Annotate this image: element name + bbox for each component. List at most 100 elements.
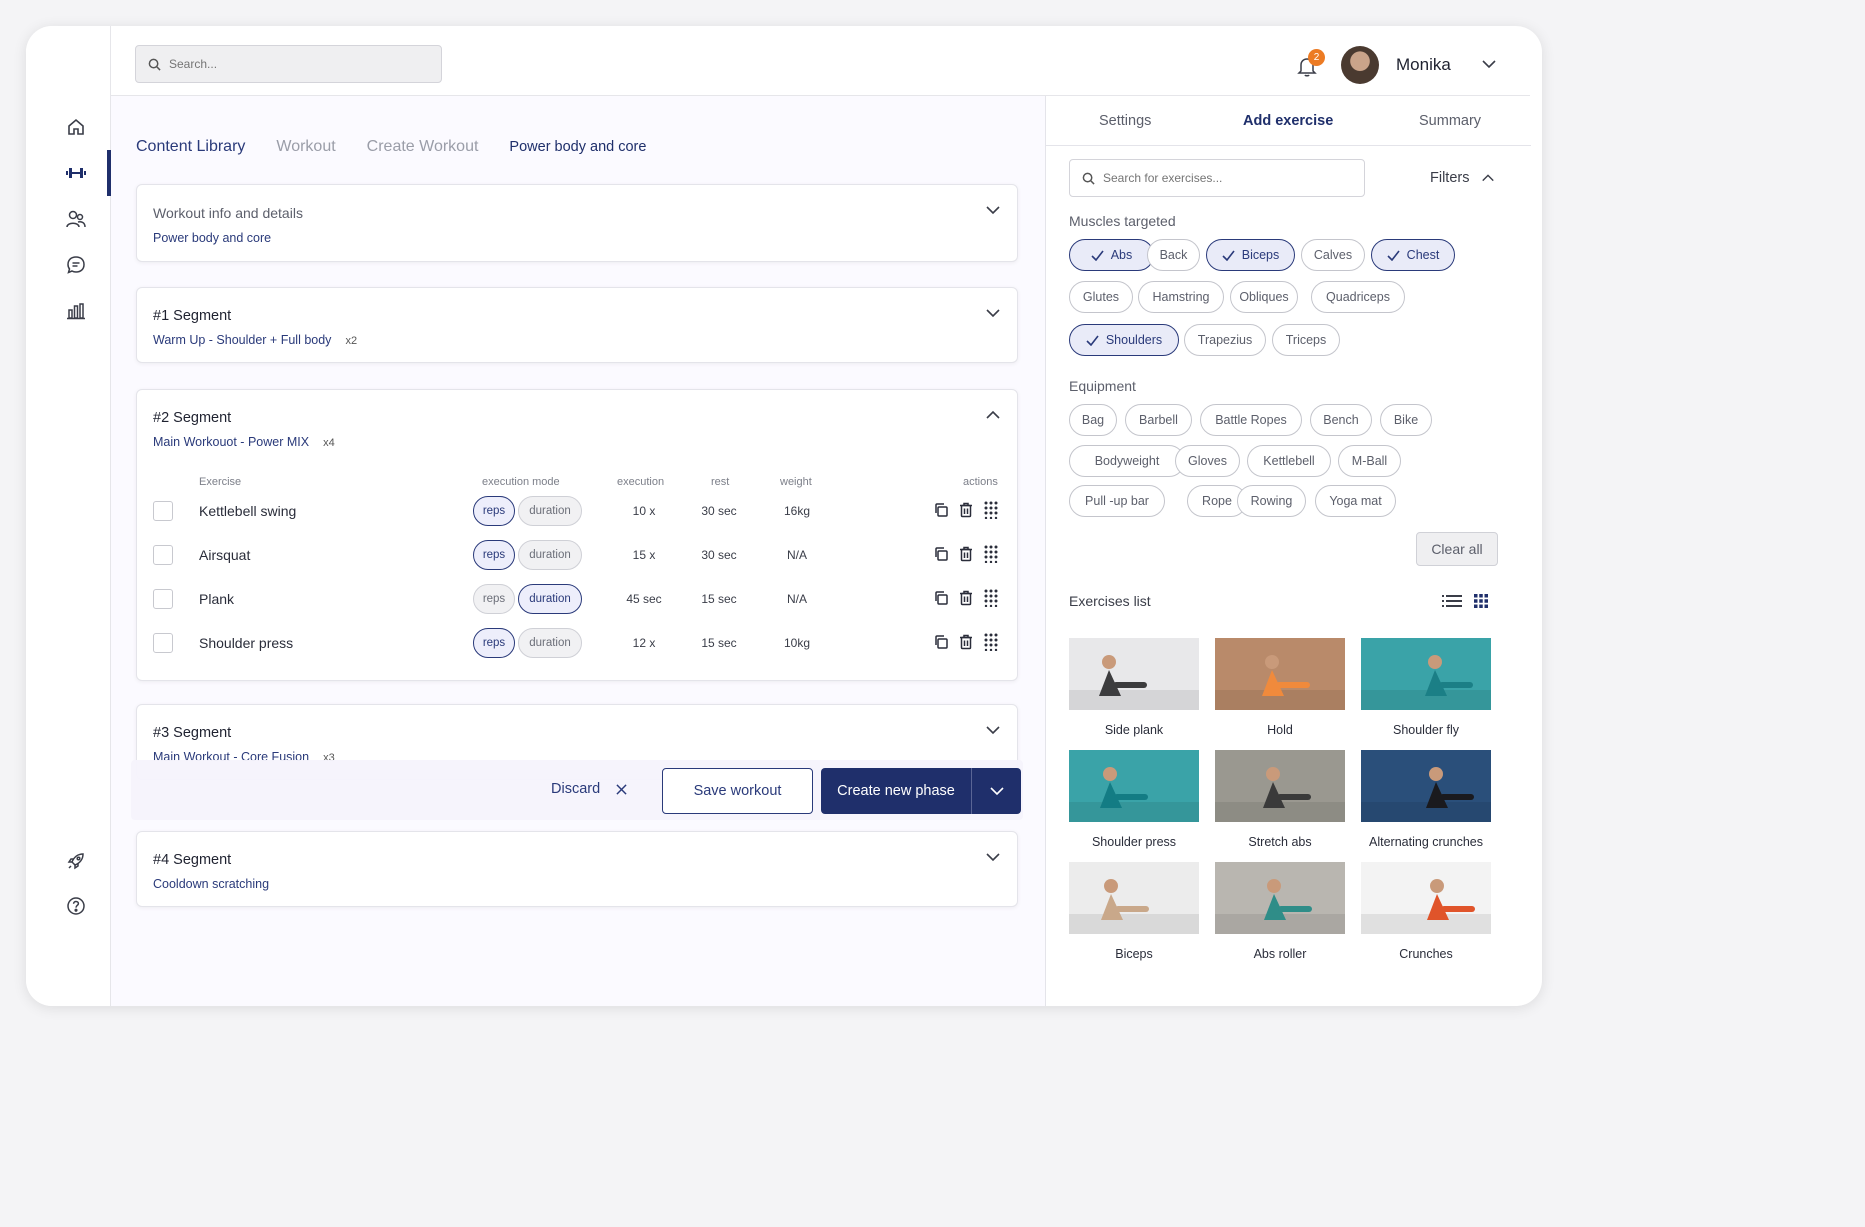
mode-duration-toggle[interactable]: duration: [518, 540, 582, 570]
equipment-chip[interactable]: Rowing: [1237, 485, 1306, 517]
muscle-chip[interactable]: Shoulders: [1069, 324, 1179, 356]
drag-handle-icon[interactable]: [983, 633, 999, 651]
create-phase-dropdown[interactable]: [972, 783, 1021, 799]
trash-icon[interactable]: [958, 545, 974, 563]
equipment-chip[interactable]: M-Ball: [1338, 445, 1401, 477]
drag-handle-icon[interactable]: [983, 501, 999, 519]
chevron-up-icon[interactable]: [985, 407, 1001, 423]
chevron-down-icon[interactable]: [1481, 56, 1497, 72]
trash-icon[interactable]: [958, 589, 974, 607]
exercise-tile[interactable]: Abs roller: [1215, 862, 1345, 961]
segment-card-1[interactable]: #1 Segment Warm Up - Shoulder + Full bod…: [136, 287, 1018, 363]
chevron-down-icon[interactable]: [985, 722, 1001, 738]
exercise-tile[interactable]: Stretch abs: [1215, 750, 1345, 849]
equipment-chip[interactable]: Bodyweight: [1069, 445, 1185, 477]
home-icon[interactable]: [63, 114, 89, 140]
weight-value[interactable]: N/A: [767, 548, 827, 562]
list-view-icon[interactable]: [1442, 594, 1462, 608]
rest-value[interactable]: 30 sec: [689, 504, 749, 518]
drag-handle-icon[interactable]: [983, 545, 999, 563]
discard-button[interactable]: Discard: [551, 781, 627, 797]
equipment-chip[interactable]: Barbell: [1125, 404, 1192, 436]
execution-value[interactable]: 12 x: [609, 636, 679, 650]
row-checkbox[interactable]: [153, 501, 173, 521]
segment-card-2[interactable]: #2 Segment Main Workouot - Power MIX x4 E…: [136, 389, 1018, 681]
tab-summary[interactable]: Summary: [1419, 113, 1481, 129]
chart-icon[interactable]: [63, 298, 89, 324]
muscle-chip[interactable]: Obliques: [1230, 281, 1298, 313]
chevron-down-icon[interactable]: [985, 202, 1001, 218]
exercise-tile[interactable]: Hold: [1215, 638, 1345, 737]
weight-value[interactable]: 10kg: [767, 636, 827, 650]
grid-view-icon[interactable]: [1474, 594, 1488, 608]
rest-value[interactable]: 15 sec: [689, 592, 749, 606]
exercise-tile[interactable]: Alternating crunches: [1361, 750, 1491, 849]
breadcrumb-create-workout[interactable]: Create Workout: [367, 138, 479, 156]
execution-value[interactable]: 45 sec: [609, 592, 679, 606]
exercise-tile[interactable]: Shoulder fly: [1361, 638, 1491, 737]
weight-value[interactable]: N/A: [767, 592, 827, 606]
rocket-icon[interactable]: [63, 848, 89, 874]
row-checkbox[interactable]: [153, 633, 173, 653]
exercise-tile[interactable]: Biceps: [1069, 862, 1199, 961]
equipment-chip[interactable]: Battle Ropes: [1200, 404, 1302, 436]
tab-add-exercise[interactable]: Add exercise: [1243, 113, 1333, 129]
global-search[interactable]: [135, 45, 442, 83]
mode-reps-toggle[interactable]: reps: [473, 628, 515, 658]
duplicate-icon[interactable]: [933, 633, 949, 651]
tab-settings[interactable]: Settings: [1099, 113, 1151, 129]
equipment-chip[interactable]: Kettlebell: [1247, 445, 1331, 477]
mode-reps-toggle[interactable]: reps: [473, 496, 515, 526]
chevron-down-icon[interactable]: [985, 305, 1001, 321]
breadcrumb-content-library[interactable]: Content Library: [136, 138, 245, 156]
muscle-chip[interactable]: Chest: [1371, 239, 1455, 271]
exercise-tile[interactable]: Shoulder press: [1069, 750, 1199, 849]
exercise-tile[interactable]: Crunches: [1361, 862, 1491, 961]
equipment-chip[interactable]: Yoga mat: [1315, 485, 1396, 517]
save-workout-button[interactable]: Save workout: [662, 768, 813, 814]
equipment-chip[interactable]: Pull -up bar: [1069, 485, 1165, 517]
exercise-search[interactable]: [1069, 159, 1365, 197]
filters-toggle[interactable]: Filters: [1430, 170, 1495, 186]
muscle-chip[interactable]: Quadriceps: [1311, 281, 1405, 313]
execution-value[interactable]: 10 x: [609, 504, 679, 518]
duplicate-icon[interactable]: [933, 501, 949, 519]
row-checkbox[interactable]: [153, 545, 173, 565]
execution-value[interactable]: 15 x: [609, 548, 679, 562]
chat-icon[interactable]: [63, 252, 89, 278]
duplicate-icon[interactable]: [933, 545, 949, 563]
trash-icon[interactable]: [958, 633, 974, 651]
workout-info-card[interactable]: Workout info and details Power body and …: [136, 184, 1018, 262]
breadcrumb-workout[interactable]: Workout: [276, 138, 335, 156]
muscle-chip[interactable]: Glutes: [1069, 281, 1133, 313]
muscle-chip[interactable]: Hamstring: [1138, 281, 1224, 313]
dumbbell-icon[interactable]: [63, 160, 89, 186]
muscle-chip[interactable]: Calves: [1301, 239, 1365, 271]
mode-reps-toggle[interactable]: reps: [473, 540, 515, 570]
avatar[interactable]: [1341, 46, 1379, 84]
equipment-chip[interactable]: Bag: [1069, 404, 1117, 436]
row-checkbox[interactable]: [153, 589, 173, 609]
clear-all-button[interactable]: Clear all: [1416, 532, 1498, 566]
users-icon[interactable]: [63, 206, 89, 232]
weight-value[interactable]: 16kg: [767, 504, 827, 518]
create-new-phase-button[interactable]: Create new phase: [821, 768, 1021, 814]
user-name[interactable]: Monika: [1396, 55, 1451, 75]
mode-duration-toggle[interactable]: duration: [518, 584, 582, 614]
muscle-chip[interactable]: Trapezius: [1184, 324, 1266, 356]
muscle-chip[interactable]: Biceps: [1206, 239, 1295, 271]
rest-value[interactable]: 15 sec: [689, 636, 749, 650]
trash-icon[interactable]: [958, 501, 974, 519]
muscle-chip[interactable]: Abs: [1069, 239, 1154, 271]
equipment-chip[interactable]: Bike: [1380, 404, 1432, 436]
rest-value[interactable]: 30 sec: [689, 548, 749, 562]
equipment-chip[interactable]: Gloves: [1175, 445, 1240, 477]
equipment-chip[interactable]: Bench: [1310, 404, 1372, 436]
exercise-search-input[interactable]: [1103, 171, 1343, 185]
muscle-chip[interactable]: Back: [1147, 239, 1200, 271]
duplicate-icon[interactable]: [933, 589, 949, 607]
mode-duration-toggle[interactable]: duration: [518, 496, 582, 526]
mode-duration-toggle[interactable]: duration: [518, 628, 582, 658]
drag-handle-icon[interactable]: [983, 589, 999, 607]
exercise-tile[interactable]: Side plank: [1069, 638, 1199, 737]
